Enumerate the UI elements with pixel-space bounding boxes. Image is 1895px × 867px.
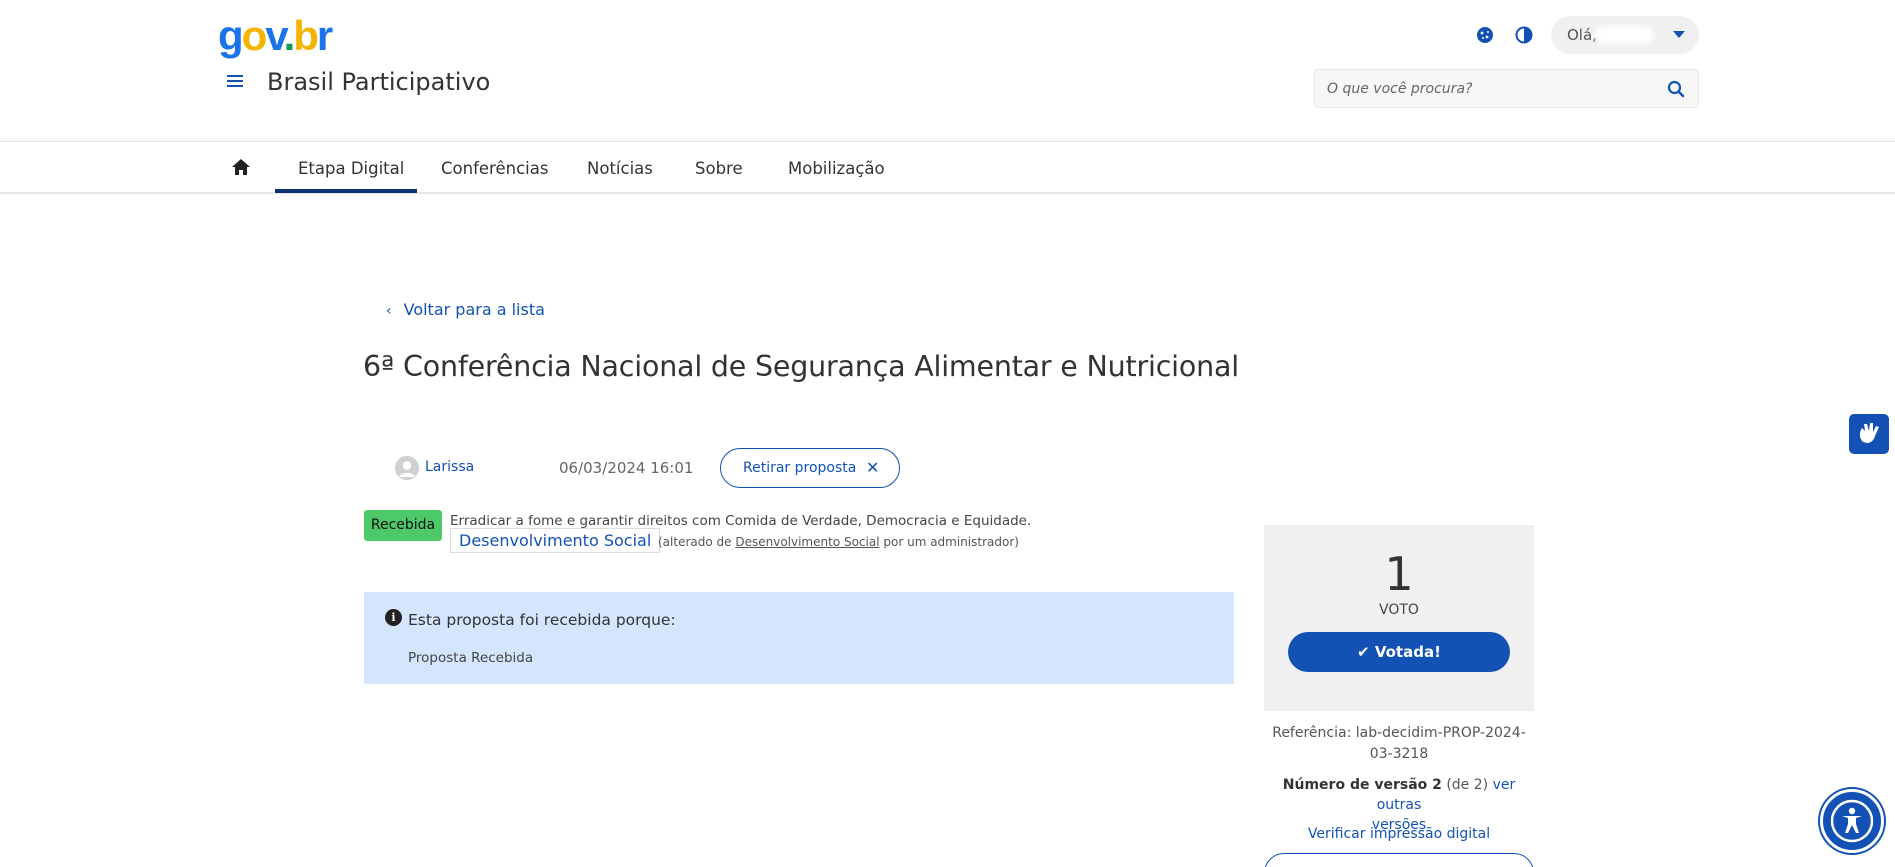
proposal-title: 6ª Conferência Nacional de Segurança Ali… xyxy=(363,350,1239,383)
chevron-down-icon xyxy=(1673,31,1685,38)
main-nav: Etapa Digital Conferências Notícias Sobr… xyxy=(0,141,1895,194)
tab-etapa-digital[interactable]: Etapa Digital xyxy=(298,159,404,178)
accessibility-icon[interactable] xyxy=(1820,789,1884,853)
proposal-date: 06/03/2024 16:01 xyxy=(559,459,694,477)
cookie-icon[interactable] xyxy=(1474,24,1496,46)
info-title: Esta proposta foi recebida porque: xyxy=(408,611,676,629)
search-box xyxy=(1314,69,1699,108)
info-text: Proposta Recebida xyxy=(408,650,534,666)
vote-label: VOTO xyxy=(1379,602,1419,618)
close-icon: ✕ xyxy=(866,458,880,477)
version-number: Número de versão 2 xyxy=(1282,777,1442,793)
category-tag[interactable]: Desenvolvimento Social xyxy=(450,528,661,553)
verify-fingerprint-link[interactable]: Verificar impressão digital xyxy=(1264,826,1534,842)
chevron-left-icon: ‹ xyxy=(386,303,392,319)
back-label: Voltar para a lista xyxy=(403,300,545,319)
site-title[interactable]: Brasil Participativo xyxy=(267,68,490,96)
withdraw-label: Retirar proposta xyxy=(743,460,857,476)
active-tab-indicator xyxy=(275,189,417,193)
proposal-description: Erradicar a fome e garantir direitos com… xyxy=(450,513,1032,529)
contrast-icon[interactable] xyxy=(1513,24,1535,46)
govbr-logo[interactable]: gov.br xyxy=(218,12,333,60)
avatar[interactable] xyxy=(395,456,419,480)
voted-button[interactable]: ✔ Votada! xyxy=(1288,632,1510,672)
vote-panel: 1 VOTO ✔ Votada! xyxy=(1264,525,1534,711)
author-link[interactable]: Larissa xyxy=(425,459,474,475)
secondary-button-partial[interactable] xyxy=(1264,853,1534,867)
altered-note: (alterado de Desenvolvimento Social por … xyxy=(658,535,1019,549)
search-input[interactable] xyxy=(1327,78,1657,100)
vote-count: 1 xyxy=(1384,547,1414,601)
greeting-text: Olá, xyxy=(1567,26,1597,44)
sign-language-icon[interactable] xyxy=(1849,414,1889,454)
reference-text: Referência: lab-decidim-PROP-2024- 03-32… xyxy=(1272,725,1526,762)
tab-sobre[interactable]: Sobre xyxy=(695,159,743,178)
info-callout: i Esta proposta foi recebida porque: Pro… xyxy=(364,592,1234,684)
username-redacted xyxy=(1595,26,1653,44)
status-badge: Recebida xyxy=(364,510,442,541)
search-icon[interactable] xyxy=(1666,79,1686,99)
header: gov.br Brasil Participativo Olá, xyxy=(0,0,1895,141)
altered-category-link[interactable]: Desenvolvimento Social xyxy=(735,535,879,549)
tab-noticias[interactable]: Notícias xyxy=(587,159,653,178)
withdraw-proposal-button[interactable]: Retirar proposta ✕ xyxy=(720,448,900,488)
home-icon[interactable] xyxy=(230,157,252,177)
tab-conferencias[interactable]: Conferências xyxy=(441,159,548,178)
info-icon: i xyxy=(385,609,402,626)
tab-mobilizacao[interactable]: Mobilização xyxy=(788,159,885,178)
menu-icon[interactable] xyxy=(224,70,246,92)
user-menu-button[interactable]: Olá, xyxy=(1551,16,1699,54)
back-to-list-link[interactable]: ‹ Voltar para a lista xyxy=(386,300,545,319)
